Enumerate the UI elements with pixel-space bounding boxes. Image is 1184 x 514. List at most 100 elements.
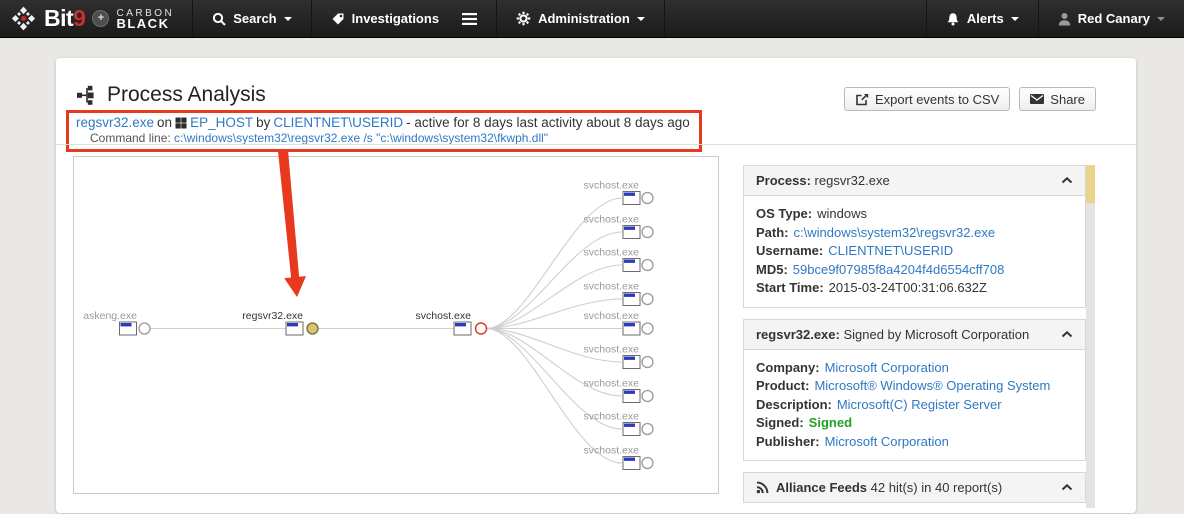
child-node-svchost[interactable]: svchost.exe xyxy=(584,378,653,403)
os-type-value: windows xyxy=(817,206,867,221)
details-scrollbar-track[interactable] xyxy=(1086,165,1095,508)
description-link[interactable]: Microsoft(C) Register Server xyxy=(837,397,1002,412)
nav-search[interactable]: Search xyxy=(193,0,310,37)
command-line-label: Command line: xyxy=(90,131,174,145)
child-node-svchost[interactable]: svchost.exe xyxy=(584,214,653,239)
window-icon xyxy=(623,457,640,470)
signing-section-header[interactable]: regsvr32.exe: Signed by Microsoft Corpor… xyxy=(744,320,1085,349)
window-icon xyxy=(623,259,640,272)
rss-feed-icon xyxy=(756,481,769,494)
brand-logo[interactable]: Bit9 + CARBON BLACK xyxy=(0,0,192,37)
company-link[interactable]: Microsoft Corporation xyxy=(825,360,949,375)
username-link[interactable]: CLIENTNET\USERID xyxy=(828,243,953,258)
start-time-label: Start Time: xyxy=(756,280,824,295)
chevron-up-icon[interactable] xyxy=(1061,484,1073,491)
signing-section: regsvr32.exe: Signed by Microsoft Corpor… xyxy=(743,319,1086,462)
child-node-svchost[interactable]: svchost.exe xyxy=(584,344,653,369)
child-node-svchost[interactable]: svchost.exe xyxy=(584,411,653,436)
parent-node-circle[interactable] xyxy=(476,323,487,334)
alliance-feeds-summary: 42 hit(s) in 40 report(s) xyxy=(871,480,1003,495)
process-node-circle[interactable] xyxy=(642,323,653,334)
window-icon xyxy=(623,192,640,205)
publisher-link[interactable]: Microsoft Corporation xyxy=(825,434,949,449)
chevron-up-icon[interactable] xyxy=(1061,177,1073,184)
nav-administration[interactable]: Administration xyxy=(497,0,664,37)
tag-icon xyxy=(331,12,345,26)
process-header-value: regsvr32.exe xyxy=(815,173,890,188)
caret-down-icon xyxy=(637,17,645,21)
process-node-regsvr32[interactable]: regsvr32.exe xyxy=(242,310,318,335)
nav-investigations[interactable]: Investigations xyxy=(312,0,496,37)
start-time-value: 2015-03-24T00:31:06.632Z xyxy=(829,280,987,295)
nav-investigations-label: Investigations xyxy=(352,11,439,26)
bell-icon xyxy=(946,12,960,26)
signing-header-text: Signed by Microsoft Corporation xyxy=(843,327,1029,342)
chevron-up-icon[interactable] xyxy=(1061,331,1073,338)
process-node-label: svchost.exe xyxy=(584,378,640,390)
nav-administration-label: Administration xyxy=(538,11,630,26)
details-scrollbar-marker[interactable] xyxy=(1086,165,1095,203)
window-icon xyxy=(454,322,471,335)
nav-alerts[interactable]: Alerts xyxy=(927,0,1038,37)
path-link[interactable]: c:\windows\system32\regsvr32.exe xyxy=(794,225,996,240)
window-icon xyxy=(623,226,640,239)
process-node-circle[interactable] xyxy=(642,424,653,435)
process-node-label: svchost.exe xyxy=(584,281,640,293)
bit9-wordmark: Bit9 xyxy=(44,5,85,32)
child-node-svchost[interactable]: svchost.exe xyxy=(584,180,653,205)
path-label: Path: xyxy=(756,225,789,240)
signed-label: Signed: xyxy=(756,415,804,430)
process-header-label: Process: xyxy=(756,173,811,188)
alliance-feeds-header[interactable]: Alliance Feeds 42 hit(s) in 40 report(s) xyxy=(744,473,1085,502)
child-node-svchost[interactable]: svchost.exe xyxy=(584,445,653,470)
export-csv-label: Export events to CSV xyxy=(875,92,999,107)
process-section-header[interactable]: Process: regsvr32.exe xyxy=(744,166,1085,195)
process-details-panel: Process: regsvr32.exe OS Type:windows Pa… xyxy=(743,165,1086,514)
host-link[interactable]: EP_HOST xyxy=(190,114,253,131)
nav-alerts-label: Alerts xyxy=(967,11,1004,26)
process-node-label: svchost.exe xyxy=(584,445,640,457)
process-node-circle[interactable] xyxy=(642,357,653,368)
process-node-circle[interactable] xyxy=(642,458,653,469)
caret-down-icon xyxy=(1157,17,1165,21)
process-node-label: svchost.exe xyxy=(584,344,640,356)
window-icon xyxy=(120,322,137,335)
process-node-circle[interactable] xyxy=(139,323,150,334)
process-node-label: svchost.exe xyxy=(584,214,640,226)
username-link[interactable]: CLIENTNET\USERID xyxy=(273,114,403,131)
window-icon xyxy=(286,322,303,335)
process-tree-panel[interactable]: askeng.exe regsvr32.exe svchost.exe xyxy=(73,156,719,494)
product-link[interactable]: Microsoft® Windows® Operating System xyxy=(814,378,1050,393)
md5-link[interactable]: 59bce9f07985f8a4204f4d6554cff708 xyxy=(793,262,1005,277)
plus-badge: + xyxy=(92,10,109,27)
export-icon xyxy=(855,93,869,106)
share-button[interactable]: Share xyxy=(1019,87,1096,111)
summary-activity-text: - active for 8 days last activity about … xyxy=(406,114,690,131)
caret-down-icon xyxy=(284,17,292,21)
process-node-askeng[interactable]: askeng.exe xyxy=(83,310,150,335)
header-divider xyxy=(56,144,1136,145)
command-line-link[interactable]: c:\windows\system32\regsvr32.exe /s "c:\… xyxy=(174,131,548,145)
process-node-circle[interactable] xyxy=(642,193,653,204)
main-content-card: Process Analysis Export events to CSV Sh… xyxy=(56,58,1136,513)
annotation-arrow xyxy=(278,150,306,297)
export-csv-button[interactable]: Export events to CSV xyxy=(844,87,1010,111)
child-node-svchost[interactable]: svchost.exe xyxy=(584,310,653,335)
red-annotation-box: regsvr32.exe on EP_HOST by CLIENTNET\USE… xyxy=(66,110,702,152)
process-node-svchost-parent[interactable]: svchost.exe xyxy=(416,310,487,335)
windows-os-icon xyxy=(175,117,187,129)
child-node-svchost[interactable]: svchost.exe xyxy=(584,247,653,272)
process-name-link[interactable]: regsvr32.exe xyxy=(76,114,154,131)
process-summary-line: regsvr32.exe on EP_HOST by CLIENTNET\USE… xyxy=(76,114,690,131)
menu-icon[interactable] xyxy=(462,13,477,25)
process-node-circle[interactable] xyxy=(642,294,653,305)
process-node-circle[interactable] xyxy=(642,391,653,402)
selected-node-circle[interactable] xyxy=(307,323,318,334)
process-node-circle[interactable] xyxy=(642,227,653,238)
nav-user-menu[interactable]: Red Canary xyxy=(1039,0,1184,37)
process-node-circle[interactable] xyxy=(642,260,653,271)
window-icon xyxy=(623,423,640,436)
summary-on-text: on xyxy=(157,114,172,131)
alliance-feeds-title: Alliance Feeds xyxy=(776,480,867,495)
signing-section-body: Company:Microsoft Corporation Product:Mi… xyxy=(744,349,1085,461)
